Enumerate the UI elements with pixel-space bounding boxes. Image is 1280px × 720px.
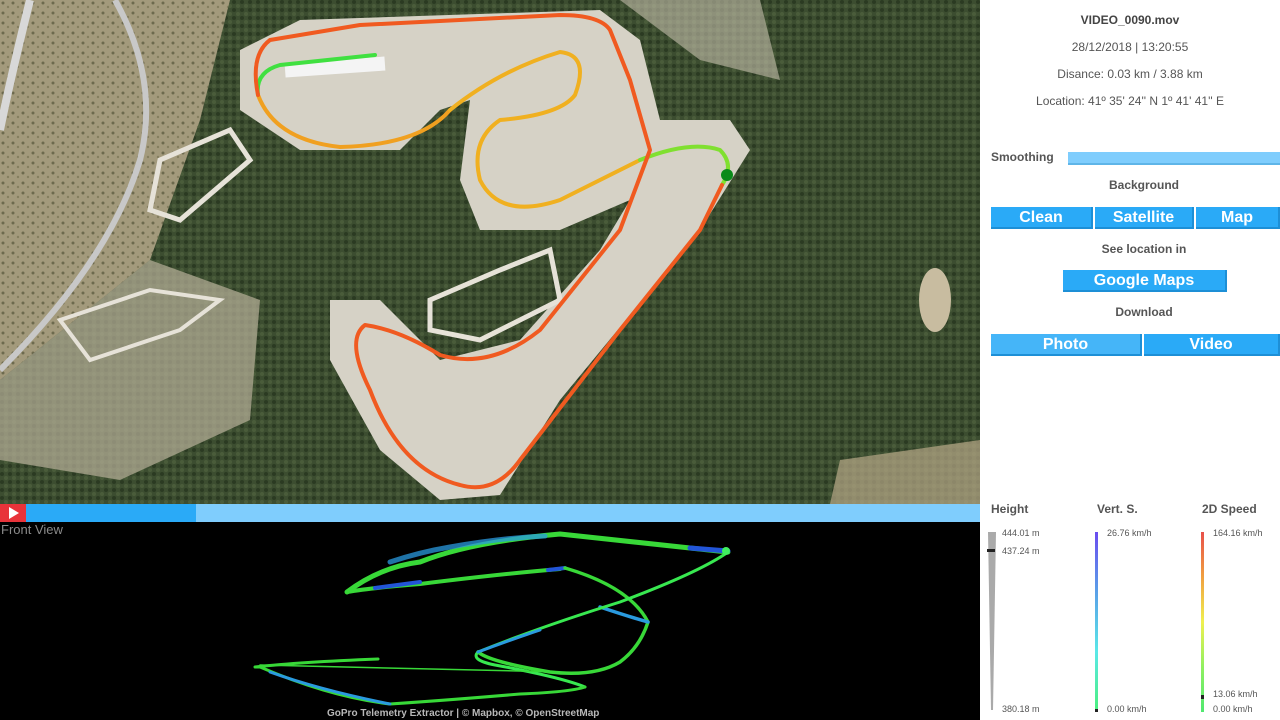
front-view-panel: Front View GoPro Telemetry Extractor | ©… [0,522,980,720]
speed-2d-current-marker [1201,694,1204,699]
vert-speed-min: 0.00 km/h [1107,704,1147,714]
track-3d-segment [546,566,567,572]
vert-speed-current-marker [1095,709,1098,712]
height-gauge-title: Height [991,502,1029,516]
map-canvas[interactable] [0,0,980,504]
background-map-button[interactable]: Map [1196,207,1280,229]
height-gauge-bar [988,532,996,710]
video-filename: VIDEO_0090.mov [1080,13,1180,27]
height-max: 444.01 m [1002,528,1040,538]
clearing [919,268,951,332]
vert-speed-gauge-bar [1095,532,1098,712]
current-position-3d [722,547,730,555]
play-icon [9,507,19,519]
download-photo-button[interactable]: Photo [991,334,1142,356]
front-view-3d-track[interactable] [0,522,980,720]
location-readout: Location: 41º 35' 24'' N 1º 41' 41'' E [1036,94,1224,108]
height-current: 437.24 m [1002,546,1040,556]
height-gauge-fill [988,532,996,710]
vert-speed-max: 26.76 km/h [1107,528,1152,538]
video-timeline[interactable] [0,504,980,522]
current-position-marker [721,169,733,181]
satellite-map[interactable] [0,0,980,504]
speed-2d-min: 0.00 km/h [1213,704,1253,714]
info-panel: VIDEO_0090.mov 28/12/2018 | 13:20:55 Dis… [980,0,1280,720]
track-3d-segment [476,628,542,654]
speed-2d-gauge-title: 2D Speed [1202,502,1257,516]
timeline-progress[interactable] [0,504,196,522]
speed-2d-current: 13.06 km/h [1213,689,1258,699]
height-min: 380.18 m [1002,704,1040,714]
video-datetime: 28/12/2018 | 13:20:55 [1071,40,1189,54]
credits: GoPro Telemetry Extractor | © Mapbox, © … [327,708,600,719]
height-current-marker [987,548,995,552]
background-label: Background [1108,178,1179,192]
background-clean-button[interactable]: Clean [991,207,1093,229]
play-button[interactable] [0,504,26,522]
vert-speed-gauge-title: Vert. S. [1097,502,1138,516]
track-3d-segment [268,670,392,706]
front-view-label: Front View [1,522,63,537]
download-label: Download [1115,305,1173,319]
smoothing-label: Smoothing [991,150,1054,164]
distance-readout: Disance: 0.03 km / 3.88 km [1057,67,1203,81]
background-satellite-button[interactable]: Satellite [1095,207,1194,229]
google-maps-button[interactable]: Google Maps [1063,270,1227,292]
smoothing-slider[interactable] [1068,152,1280,165]
speed-2d-max: 164.16 km/h [1213,528,1263,538]
telemetry-app: Front View GoPro Telemetry Extractor | ©… [0,0,1280,720]
download-video-button[interactable]: Video [1144,334,1280,356]
see-location-label: See location in [1101,242,1187,256]
speed-2d-gauge-bar [1201,532,1204,712]
